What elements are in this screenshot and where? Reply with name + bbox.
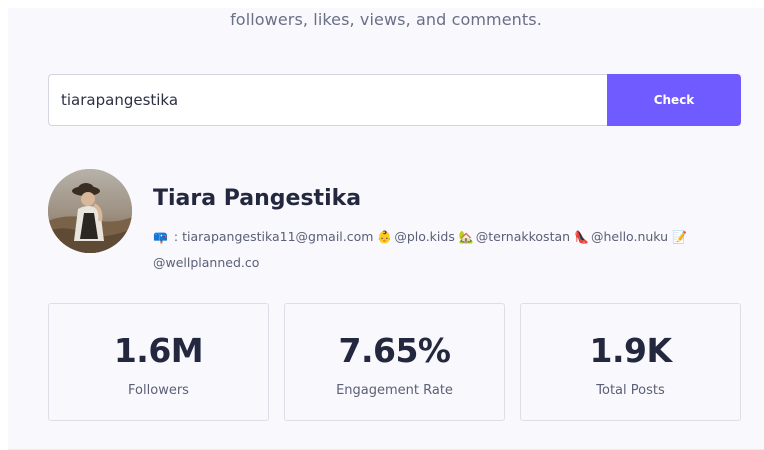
page-container: followers, likes, views, and comments. C… [8,8,764,450]
memo-icon: 📝 [672,230,687,244]
stat-label: Followers [128,383,189,398]
stat-card-total-posts: 1.9K Total Posts [520,303,741,421]
baby-icon: 👶 [377,230,393,244]
stat-value: 1.6M [113,331,204,370]
profile-section: Tiara Pangestika 📪 : tiarapangestika11@g… [48,169,741,270]
high-heel-icon: 👠 [574,230,589,244]
page-subtitle: followers, likes, views, and comments. [230,10,542,29]
username-input[interactable] [48,74,607,126]
bio-mention-plo-kids[interactable]: @plo.kids [394,229,458,244]
avatar-photo [48,169,132,253]
bio-email: : tiarapangestika11@gmail.com [169,229,378,244]
house-icon: 🏡 [458,230,474,244]
avatar [48,169,132,253]
stat-card-followers: 1.6M Followers [48,303,269,421]
stat-value: 7.65% [338,331,452,370]
search-form: Check [48,74,741,126]
bio-mention-wellplanned[interactable]: @wellplanned.co [153,255,259,270]
mailbox-icon: 📪 [153,230,168,244]
stat-value: 1.9K [589,331,672,370]
bio-mention-hello-nuku[interactable]: @hello.nuku [591,229,672,244]
profile-bio: 📪 : tiarapangestika11@gmail.com 👶 @plo.ki… [153,224,713,275]
stat-card-engagement-rate: 7.65% Engagement Rate [284,303,505,421]
stat-label: Engagement Rate [336,383,453,398]
stat-label: Total Posts [596,383,665,398]
check-button[interactable]: Check [607,74,741,126]
profile-name: Tiara Pangestika [153,186,362,211]
bio-line-1: 📪 : tiarapangestika11@gmail.com 👶 @plo.ki… [153,229,689,244]
stats-row: 1.6M Followers 7.65% Engagement Rate 1.9… [48,303,741,421]
bio-mention-ternakkostan[interactable]: @ternakkostan [476,229,574,244]
